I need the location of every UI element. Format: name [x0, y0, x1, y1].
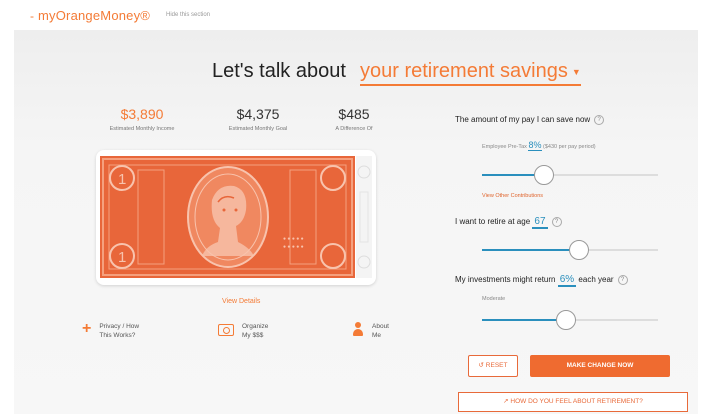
- feel-about-retirement-button[interactable]: ↗ HOW DO YOU FEEL ABOUT RETIREMENT?: [458, 392, 688, 412]
- headline-prefix: Let's talk about: [212, 60, 346, 82]
- stat-label: Estimated Monthly Goal: [228, 126, 288, 132]
- stat-value: $4,375: [236, 106, 280, 122]
- svg-text:● ● ● ● ●: ● ● ● ● ●: [283, 244, 304, 250]
- chevron-down-icon: ▼: [571, 66, 581, 77]
- retire-age-slider[interactable]: [482, 240, 658, 260]
- money-bill-card[interactable]: 1 1 ● ● ● ● ● ● ● ● ● ●: [96, 150, 376, 285]
- reset-label: RESET: [485, 362, 508, 369]
- risk-level-label: Moderate: [482, 296, 506, 302]
- save-slider-handle[interactable]: [533, 165, 554, 185]
- bill-stub: [356, 156, 372, 278]
- organize-line1: Organize: [242, 323, 269, 330]
- headline-link-label: your retirement savings: [360, 60, 568, 82]
- return-slider[interactable]: [482, 310, 658, 330]
- retirement-savings-dropdown[interactable]: your retirement savings ▼: [360, 60, 581, 86]
- investment-return-label: My investments might return 6% each year…: [455, 274, 628, 287]
- help-icon[interactable]: ?: [594, 115, 605, 125]
- save-amount-label: The amount of my pay I can save now?: [455, 115, 605, 125]
- return-text-suffix: each year: [578, 275, 614, 284]
- view-details-link[interactable]: View Details: [222, 298, 260, 305]
- reset-button[interactable]: ↺ RESET: [468, 355, 518, 377]
- brand-title: myOrangeMoney®: [38, 8, 151, 23]
- stat-monthly-income: $3,890 Estimated Monthly Income: [92, 106, 192, 132]
- stat-difference: $485 A Difference Of: [306, 106, 402, 132]
- help-icon[interactable]: ?: [551, 216, 562, 227]
- svg-text:1: 1: [118, 171, 126, 188]
- stat-label: A Difference Of: [335, 126, 373, 132]
- money-bill: 1 1 ● ● ● ● ● ● ● ● ● ●: [100, 156, 355, 278]
- hide-section-link[interactable]: Hide this section: [166, 12, 210, 18]
- top-bar: - myOrangeMoney® Hide this section: [0, 0, 710, 30]
- return-percent-input[interactable]: 6%: [557, 274, 577, 287]
- pretax-label: Employee Pre-Tax: [482, 144, 527, 150]
- retire-slider-fill: [482, 249, 579, 251]
- stat-value: $3,890: [120, 106, 164, 122]
- svg-text:1: 1: [118, 249, 126, 266]
- about-line1: About: [372, 323, 389, 330]
- privacy-link[interactable]: + Privacy / How This Works?: [82, 320, 140, 340]
- privacy-line1: Privacy / How: [99, 323, 140, 330]
- retire-age-label: I want to retire at age 67?: [455, 216, 562, 229]
- stat-monthly-goal: $4,375 Estimated Monthly Goal: [208, 106, 308, 132]
- about-me-link[interactable]: About Me: [352, 322, 389, 340]
- retire-age-text: I want to retire at age: [455, 217, 531, 226]
- view-other-contributions-link[interactable]: View Other Contributions: [482, 193, 543, 199]
- stat-label: Estimated Monthly Income: [109, 126, 175, 132]
- pay-period-amount: ($430 per pay period): [543, 144, 596, 150]
- return-text-prefix: My investments might return: [455, 275, 556, 284]
- retire-age-input[interactable]: 67: [532, 216, 548, 229]
- save-percent-sign: %: [533, 140, 542, 150]
- organize-link[interactable]: Organize My $$$: [218, 322, 268, 340]
- plus-icon: +: [82, 320, 92, 337]
- return-percent-sign: %: [565, 274, 575, 285]
- stat-value: $485: [338, 106, 370, 122]
- collapse-icon[interactable]: -: [30, 9, 34, 23]
- feel-label: HOW DO YOU FEEL ABOUT RETIREMENT?: [510, 398, 643, 405]
- organize-line2: My $$$: [242, 332, 264, 339]
- make-change-button[interactable]: MAKE CHANGE NOW: [530, 355, 670, 377]
- privacy-line2: This Works?: [99, 332, 136, 339]
- about-line2: Me: [372, 332, 382, 339]
- reset-icon: ↺: [478, 362, 484, 369]
- save-amount-detail: Employee Pre-Tax 8% ($430 per pay period…: [482, 140, 596, 151]
- save-amount-text: The amount of my pay I can save now: [455, 115, 591, 125]
- external-link-icon: ↗: [503, 398, 509, 405]
- organize-money-icon: [218, 324, 234, 336]
- save-percent-input[interactable]: 8%: [528, 140, 542, 151]
- person-icon: [352, 322, 364, 336]
- help-icon[interactable]: ?: [617, 274, 628, 285]
- svg-text:● ● ● ● ●: ● ● ● ● ●: [283, 236, 304, 242]
- save-slider[interactable]: [482, 165, 658, 185]
- dollar-bill-illustration: 1 1 ● ● ● ● ● ● ● ● ● ●: [102, 158, 353, 276]
- retire-slider-handle[interactable]: [568, 240, 589, 260]
- return-slider-fill: [482, 319, 567, 321]
